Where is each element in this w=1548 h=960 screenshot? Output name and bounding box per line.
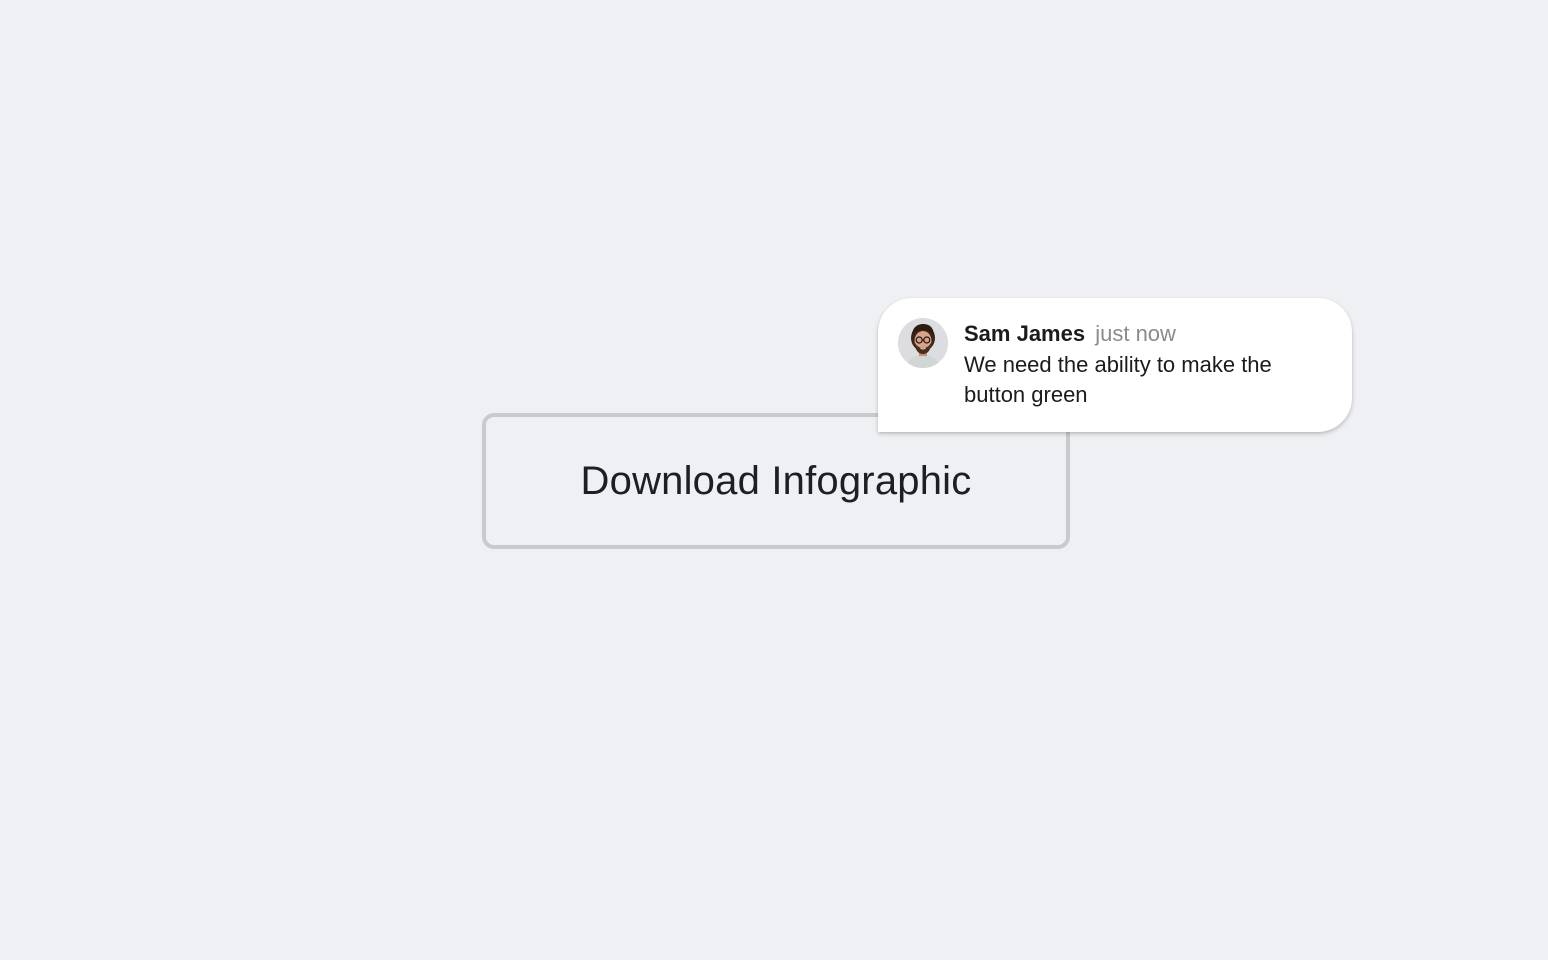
comment-header: Sam James just now — [964, 320, 1324, 348]
user-avatar-icon[interactable] — [898, 318, 948, 368]
comment-text: We need the ability to make the button g… — [964, 352, 1272, 407]
comment-author: Sam James — [964, 321, 1086, 346]
comment-bubble[interactable]: Sam James just now We need the ability t… — [878, 298, 1352, 432]
canvas: Download Infographic Sam James just now … — [0, 0, 1548, 960]
comment-content: Sam James just now We need the ability t… — [964, 320, 1324, 410]
download-button-label: Download Infographic — [580, 458, 972, 503]
comment-timestamp: just now — [1095, 321, 1176, 346]
download-infographic-button[interactable]: Download Infographic — [482, 413, 1070, 549]
avatar-portrait — [898, 318, 948, 368]
